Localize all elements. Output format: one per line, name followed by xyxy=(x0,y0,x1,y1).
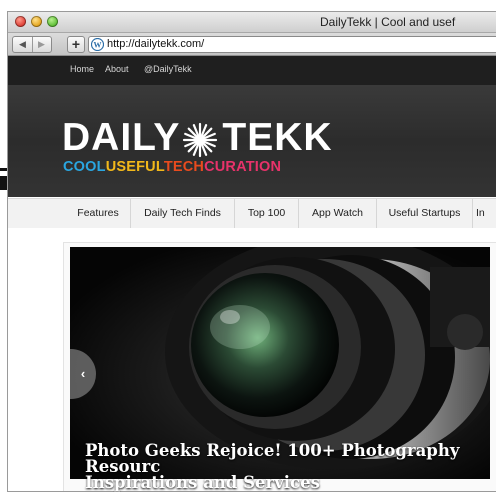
slide-caption-line2: Inspirations and Services xyxy=(85,473,320,492)
desktop-decoration-block xyxy=(0,176,8,190)
window-title: DailyTekk | Cool and usef xyxy=(320,15,456,29)
starburst-icon xyxy=(182,122,218,158)
slide-caption[interactable]: Photo Geeks Rejoice! 100+ Photography Re… xyxy=(85,441,496,492)
browser-toolbar: ◀ ▶ + W http://dailytekk.com/ xyxy=(8,33,496,56)
menu-top-100[interactable]: Top 100 xyxy=(235,199,299,228)
site-header: DAILY TEKK COOLUSEFULTECHCURATION xyxy=(8,85,496,197)
minimize-icon[interactable] xyxy=(31,16,42,27)
top-link-home[interactable]: Home xyxy=(70,64,94,74)
tagline-cool: COOL xyxy=(63,159,106,175)
slide-caption-line1: Photo Geeks Rejoice! 100+ Photography Re… xyxy=(85,441,460,476)
menu-more[interactable]: In xyxy=(476,199,496,228)
tagline-useful: USEFUL xyxy=(105,159,164,175)
title-bar: DailyTekk | Cool and usef xyxy=(8,12,496,33)
menu-daily-tech-finds[interactable]: Daily Tech Finds xyxy=(131,199,235,228)
address-bar[interactable]: W http://dailytekk.com/ xyxy=(88,36,496,53)
back-button[interactable]: ◀ xyxy=(13,37,33,52)
url-text[interactable]: http://dailytekk.com/ xyxy=(107,38,204,50)
site-top-nav: Home About @DailyTekk xyxy=(8,56,496,85)
menu-useful-startups[interactable]: Useful Startups xyxy=(377,199,473,228)
logo-tekk: TEKK xyxy=(222,116,333,159)
close-icon[interactable] xyxy=(15,16,26,27)
nav-buttons: ◀ ▶ xyxy=(12,36,52,53)
menu-features[interactable]: Features xyxy=(66,199,131,228)
main-menu: Features Daily Tech Finds Top 100 App Wa… xyxy=(8,198,496,229)
zoom-icon[interactable] xyxy=(47,16,58,27)
tagline-curation: CURATION xyxy=(204,159,282,175)
top-link-about[interactable]: About xyxy=(105,64,129,74)
logo-daily: DAILY xyxy=(62,116,181,159)
top-link-twitter[interactable]: @DailyTekk xyxy=(144,64,192,74)
site-tagline: COOLUSEFULTECHCURATION xyxy=(63,159,281,175)
wordpress-icon: W xyxy=(91,38,104,51)
svg-text:W: W xyxy=(94,41,102,50)
tagline-tech: TECH xyxy=(163,159,205,175)
menu-app-watch[interactable]: App Watch xyxy=(299,199,377,228)
forward-button[interactable]: ▶ xyxy=(32,37,51,52)
desktop-edge xyxy=(0,8,8,491)
add-bookmark-button[interactable]: + xyxy=(67,36,85,53)
